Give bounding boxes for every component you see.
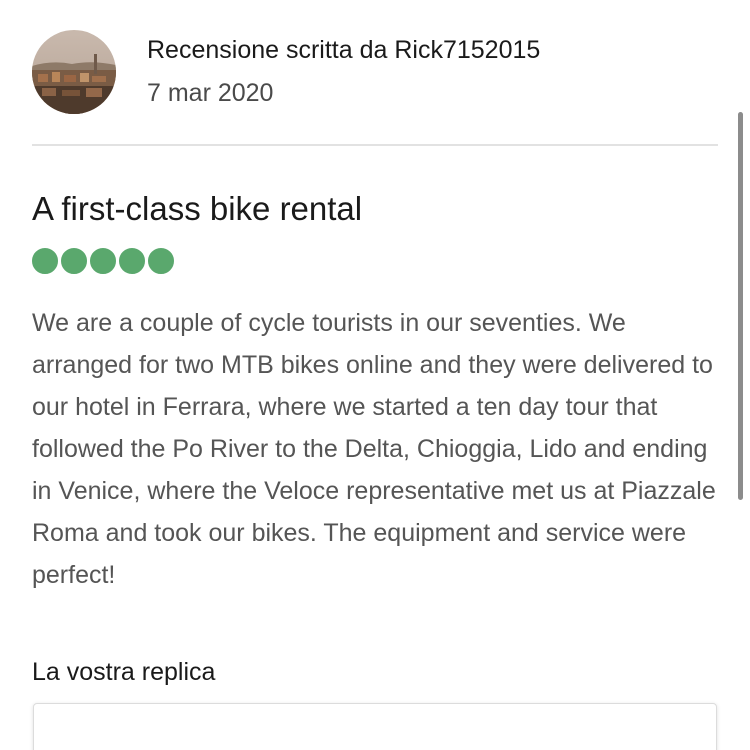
rating-bubble-filled-icon <box>32 248 58 274</box>
rating-bubble-filled-icon <box>61 248 87 274</box>
scrollbar[interactable] <box>738 112 743 500</box>
avatar <box>32 30 116 114</box>
rating-bubble-filled-icon <box>119 248 145 274</box>
reply-input[interactable] <box>33 703 717 750</box>
review-body: We are a couple of cycle tourists in our… <box>32 309 716 589</box>
review-date: 7 mar 2020 <box>147 79 274 107</box>
rating-bubbles <box>32 248 174 274</box>
reply-label: La vostra replica <box>32 658 216 686</box>
divider <box>32 144 718 146</box>
rating-bubble-filled-icon <box>90 248 116 274</box>
review-title: A first-class bike rental <box>32 190 363 227</box>
avatar-photo-icon <box>32 30 116 114</box>
rating-bubble-filled-icon <box>148 248 174 274</box>
review-author-line: Recensione scritta da Rick7152015 <box>147 36 541 64</box>
